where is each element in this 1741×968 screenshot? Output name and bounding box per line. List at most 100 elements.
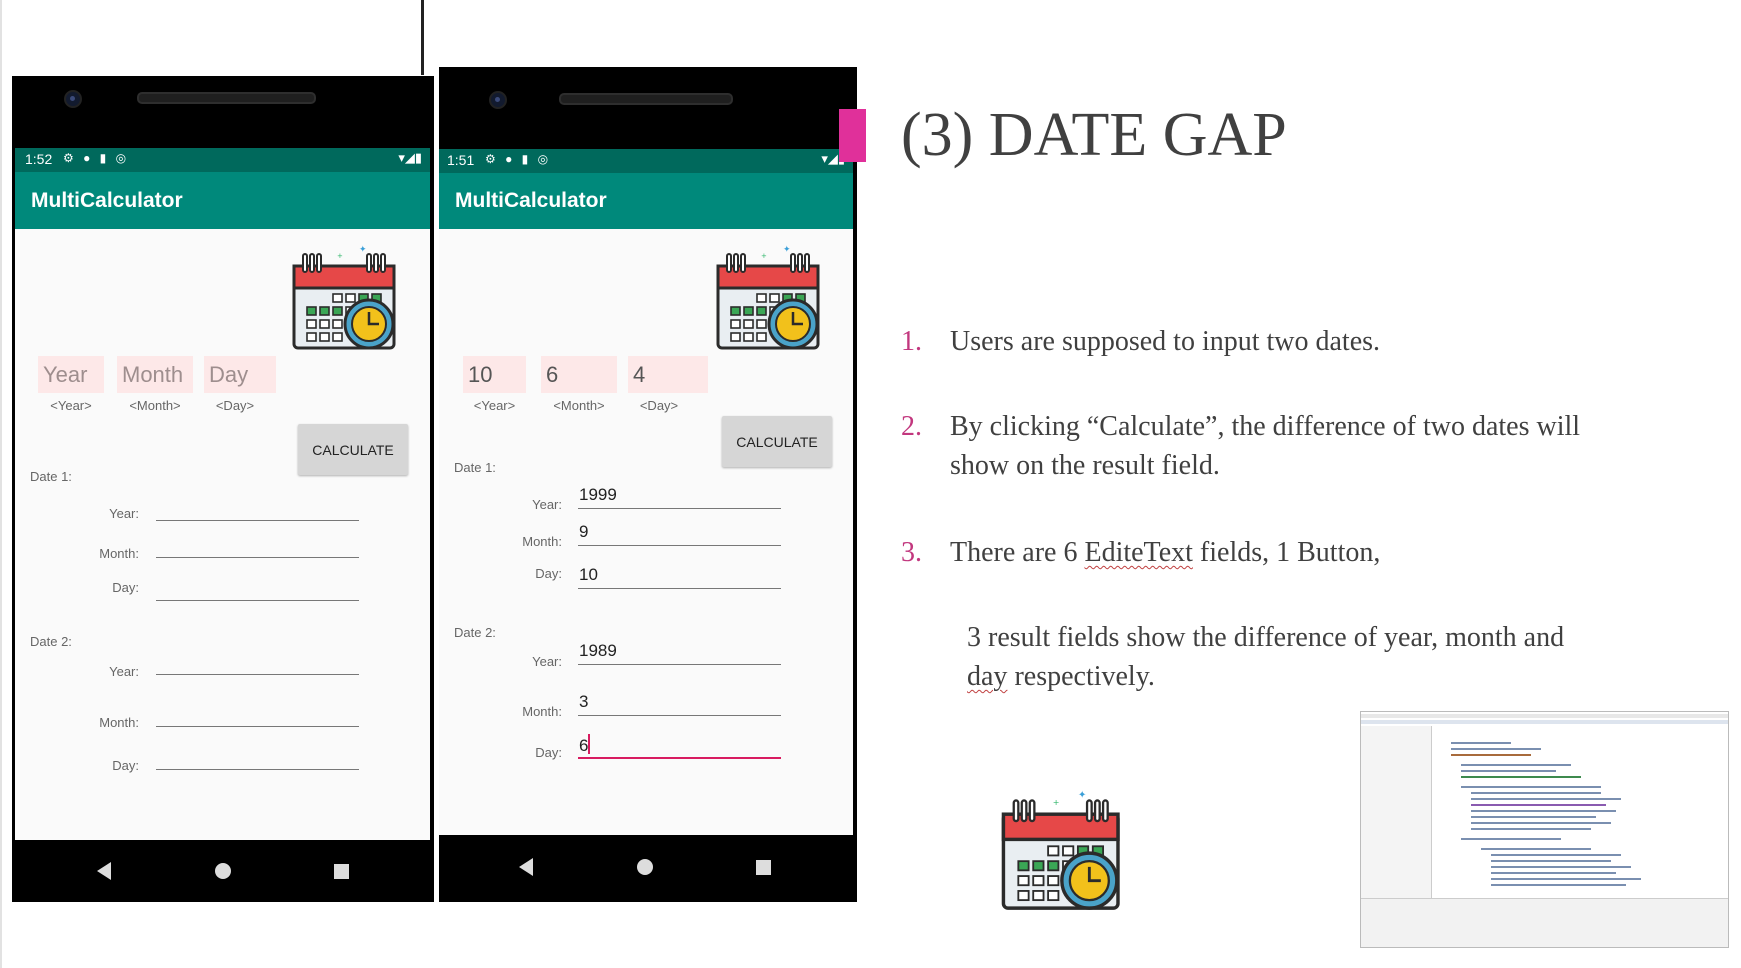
nav-bar (439, 835, 853, 902)
back-icon[interactable] (97, 862, 111, 880)
date2-month-label: Month: (99, 715, 139, 730)
item-1-text: Users are supposed to input two dates. (950, 326, 1381, 357)
calendar-clock-icon: ✦+ (716, 245, 820, 350)
status-time: 1:51 (447, 152, 475, 168)
date2-year-label: Year: (109, 664, 139, 679)
item-1-number: 1. (901, 326, 922, 357)
text-cursor (588, 734, 591, 754)
date2-day-label: Day: (535, 745, 562, 760)
month-sublabel: <Month> (129, 398, 181, 413)
calendar-clock-icon: ✦+ (1001, 789, 1120, 910)
item-2-line1: By clicking “Calculate”, the difference … (950, 411, 1581, 442)
date2-month-field[interactable] (578, 715, 781, 716)
back-icon[interactable] (519, 858, 533, 876)
sub-squig: day (967, 661, 1008, 692)
date2-day-value[interactable]: 6 (579, 734, 591, 756)
date2-month-label: Month: (522, 704, 562, 719)
notification-icons: ⚙ ● ▮ ◎ (63, 151, 130, 165)
item-3-sub-line2: day respectively. (967, 657, 1155, 697)
svg-text:+: + (1053, 798, 1060, 807)
item-3-pre: There are 6 (950, 537, 1085, 568)
status-bar: 1:52 ⚙ ● ▮ ◎ ▾◢▮ (15, 148, 430, 172)
day-input[interactable]: Day (204, 356, 276, 393)
month-input[interactable]: Month (117, 356, 193, 393)
date1-day-field[interactable] (578, 588, 781, 589)
date1-year-value[interactable]: 1999 (579, 485, 617, 505)
day-input[interactable]: 4 (628, 356, 708, 393)
app-bar: MultiCalculator (15, 172, 430, 229)
date2-day-field[interactable] (156, 769, 359, 770)
phone-2: 1:51 ⚙ ● ▮ ◎ ▾◢▮ MultiCalculator ✦ + 10 … (439, 67, 857, 902)
date2-label: Date 2: (454, 625, 496, 640)
app-bar: MultiCalculator (439, 173, 853, 229)
date1-year-field[interactable] (156, 520, 359, 521)
app-title: MultiCalculator (455, 189, 607, 212)
day-sublabel: <Day> (215, 398, 255, 413)
date2-year-field[interactable] (578, 664, 781, 665)
recents-icon[interactable] (334, 864, 349, 879)
item-3-post: fields, 1 Button, (1192, 537, 1381, 568)
date2-day-field[interactable] (578, 757, 781, 759)
day-sublabel: <Day> (639, 398, 679, 413)
signal-battery-icons: ▾◢▮ (398, 150, 422, 165)
svg-text:✦: ✦ (783, 245, 791, 255)
item-3-text: There are 6 EditeText fields, 1 Button, (950, 533, 1380, 573)
date2-day-text: 6 (579, 736, 589, 755)
date2-month-value[interactable]: 3 (579, 692, 588, 712)
nav-bar (15, 840, 430, 902)
date2-day-label: Day: (112, 758, 139, 773)
front-camera (489, 91, 507, 109)
month-input[interactable]: 6 (541, 356, 617, 393)
speaker-grille (137, 92, 316, 104)
svg-text:✦: ✦ (359, 245, 367, 255)
date1-day-label: Day: (535, 566, 562, 581)
speaker-grille (559, 93, 733, 105)
month-sublabel: <Month> (553, 398, 605, 413)
home-icon[interactable] (637, 859, 653, 875)
year-sublabel: <Year> (473, 398, 516, 413)
slide-title: (3) DATE GAP (901, 101, 1287, 169)
date1-day-label: Day: (112, 580, 139, 595)
date1-year-label: Year: (109, 506, 139, 521)
notification-icons: ⚙ ● ▮ ◎ (485, 152, 552, 166)
calendar-clock-icon: ✦+ (292, 245, 396, 350)
home-icon[interactable] (215, 863, 231, 879)
svg-text:+: + (337, 252, 343, 260)
date2-label: Date 2: (30, 634, 72, 649)
date2-month-field[interactable] (156, 726, 359, 727)
item-2-number: 2. (901, 411, 922, 442)
slide-left-edge (0, 0, 2, 968)
date1-month-label: Month: (522, 534, 562, 549)
item-3-squig: EditeText (1084, 537, 1193, 568)
item-2-line2: show on the result field. (950, 450, 1220, 481)
front-camera (64, 90, 82, 108)
app-title: MultiCalculator (31, 188, 183, 212)
date1-day-field[interactable] (156, 600, 359, 601)
ide-screenshot-thumbnail (1360, 711, 1729, 948)
date1-month-field[interactable] (578, 545, 781, 546)
date1-year-label: Year: (532, 497, 562, 512)
date1-month-value[interactable]: 9 (579, 522, 588, 542)
status-bar: 1:51 ⚙ ● ▮ ◎ ▾◢▮ (439, 149, 853, 173)
calculate-button[interactable]: CALCULATE (298, 424, 408, 475)
svg-text:✦: ✦ (1078, 789, 1087, 801)
date1-month-field[interactable] (156, 557, 359, 558)
recents-icon[interactable] (756, 860, 771, 875)
date1-day-value[interactable]: 10 (579, 565, 598, 585)
svg-text:+: + (761, 252, 767, 260)
sub-rest: respectively. (1007, 661, 1155, 692)
date1-month-label: Month: (99, 546, 139, 561)
year-input[interactable]: 10 (463, 356, 526, 393)
year-input[interactable]: Year (38, 356, 104, 393)
item-3-number: 3. (901, 537, 922, 568)
divider-line (421, 0, 424, 75)
date2-year-value[interactable]: 1989 (579, 641, 617, 661)
date1-year-field[interactable] (578, 508, 781, 509)
app-screen: ✦ + 10 6 4 <Year> <Month> <Day> CALCULATE… (439, 229, 853, 835)
date2-year-field[interactable] (156, 674, 359, 675)
date1-label: Date 1: (30, 469, 72, 484)
accent-bar (839, 109, 866, 162)
phone-1: 1:52 ⚙ ● ▮ ◎ ▾◢▮ MultiCalculator ✦ + Yea… (12, 76, 434, 902)
status-time: 1:52 (25, 151, 53, 167)
calculate-button[interactable]: CALCULATE (722, 416, 832, 467)
